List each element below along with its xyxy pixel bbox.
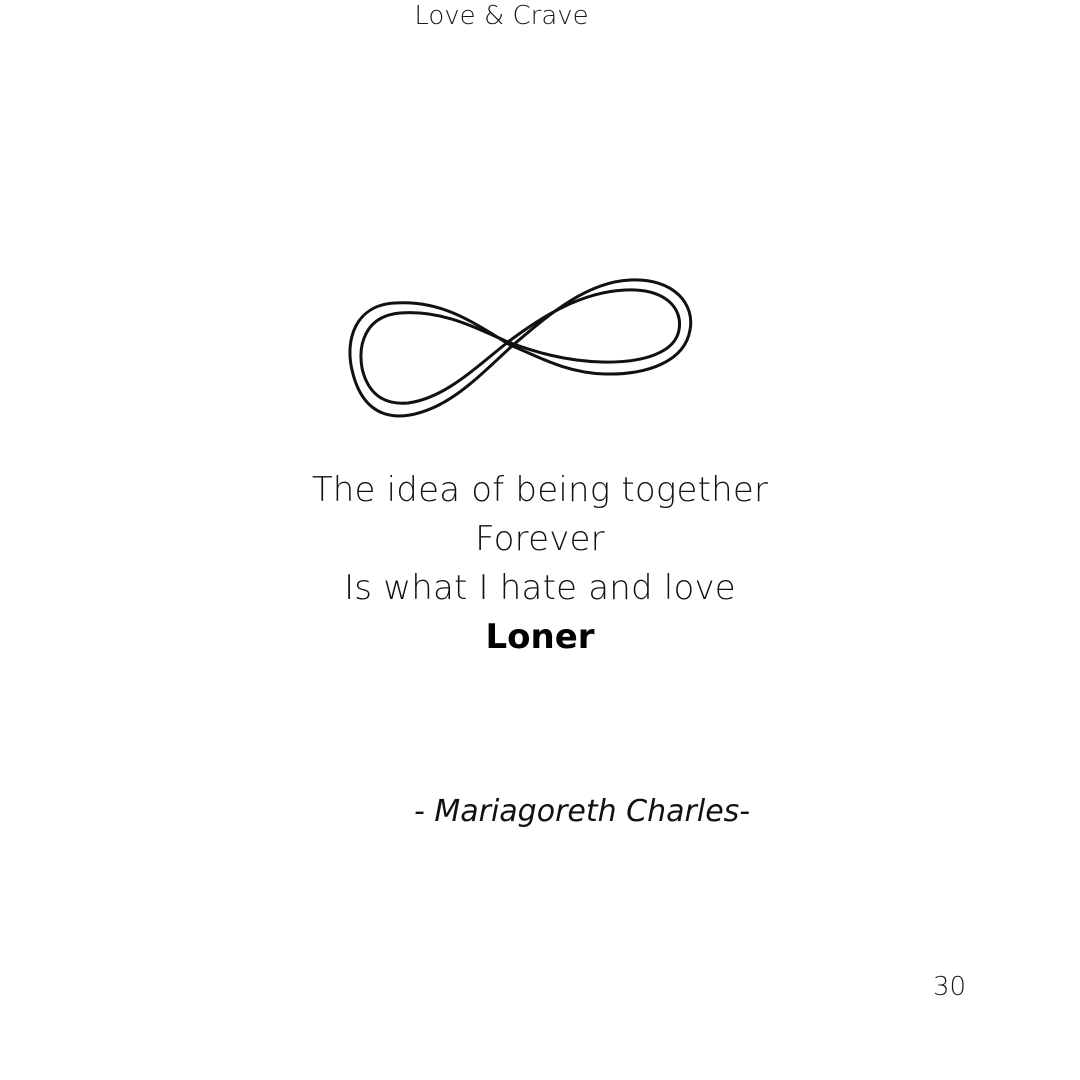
poem-line: The idea of being together	[311, 470, 769, 510]
page-number: 30	[933, 972, 967, 1002]
author-signature: - Mariagoreth Charles-	[414, 794, 751, 829]
poem-title: Loner	[485, 617, 595, 657]
infinity-icon	[348, 278, 693, 418]
book-title: Love & Crave	[414, 1, 589, 31]
poem-line: Is what I hate and love	[344, 568, 736, 608]
poem: The idea of being together Forever Is wh…	[0, 466, 1080, 662]
poem-line: Forever	[475, 519, 605, 559]
